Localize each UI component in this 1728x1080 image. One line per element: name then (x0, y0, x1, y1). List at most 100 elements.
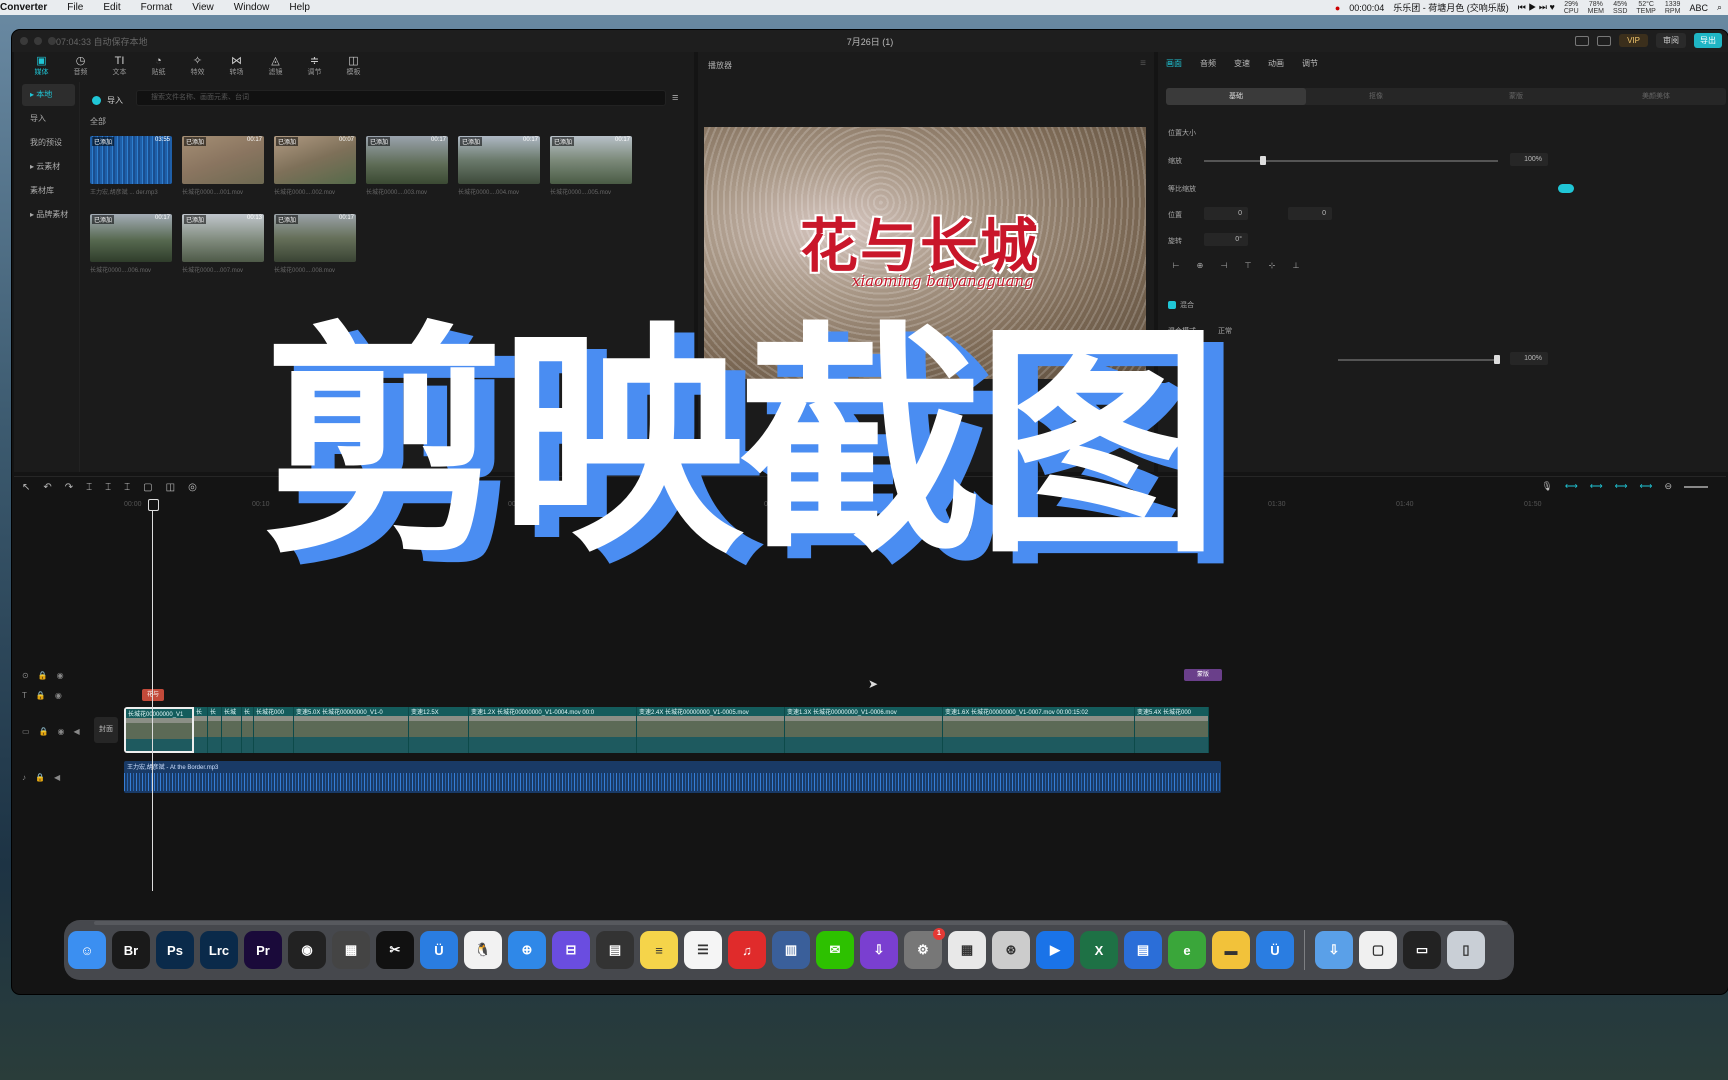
video-clip[interactable]: 变速5.4X 长城花000 (1135, 707, 1209, 753)
lock-icon[interactable]: 🔒 (36, 691, 46, 700)
split-right-icon[interactable]: ⌶ (124, 482, 130, 493)
sidebar-item[interactable]: ▸ 云素材 (22, 156, 75, 178)
media-thumbnail[interactable]: 已添加 00:17 长城花0000....004.mov (458, 136, 540, 196)
dock-preview-icon[interactable]: ▢ (1359, 931, 1397, 969)
redo-icon[interactable]: ↷ (65, 482, 73, 493)
undo-icon[interactable]: ↶ (43, 482, 51, 493)
dock-finder-icon[interactable]: ☺ (68, 931, 106, 969)
zoom-out-icon[interactable]: ⊖ (1664, 481, 1672, 492)
text-clip[interactable]: 花与 (142, 689, 164, 701)
split-left-icon[interactable]: ⌶ (105, 482, 111, 493)
sidebar-item[interactable]: ▸ 品牌素材 (22, 204, 75, 226)
video-clip[interactable]: 变速1.3X 长城花00000000_V1-0006.mov (785, 707, 943, 753)
blend-checkbox[interactable] (1168, 301, 1176, 310)
tool-template[interactable]: ◫ 模板 (336, 52, 371, 80)
video-thumbnail[interactable]: 已添加 00:17 (550, 136, 632, 184)
rotation-input[interactable]: 0° (1204, 233, 1248, 246)
dock-photoshop-icon[interactable]: Ps (156, 931, 194, 969)
dock-trash-icon[interactable]: ▯ (1447, 931, 1485, 969)
position-size-header[interactable]: 位置大小 (1168, 128, 1196, 138)
dock-baidu-netdisk-icon[interactable]: Ü (420, 931, 458, 969)
video-thumbnail[interactable]: 已添加 00:17 (182, 136, 264, 184)
align-bottom-icon[interactable]: ⊥ (1288, 260, 1304, 271)
media-thumbnail[interactable]: 已添加 00:17 长城花0000....008.mov (274, 214, 356, 274)
sidebar-item[interactable]: ▸ 本地 (22, 84, 75, 106)
lock-icon[interactable]: 🔒 (39, 727, 49, 736)
menu-window[interactable]: Window (224, 2, 280, 13)
opacity-value[interactable]: 100% (1510, 352, 1548, 365)
eye-icon[interactable]: ◉ (58, 727, 65, 736)
position-x-input[interactable]: 0 (1204, 207, 1248, 220)
dock-safari-icon[interactable]: ⊕ (508, 931, 546, 969)
video-clip[interactable]: 长 (208, 707, 222, 753)
media-thumbnail[interactable]: 已添加 00:17 长城花0000....006.mov (90, 214, 172, 274)
menu-format[interactable]: Format (131, 2, 183, 13)
eye-icon[interactable]: ◉ (57, 671, 64, 680)
scale-value[interactable]: 100% (1510, 153, 1548, 166)
audio-clip[interactable]: 王力宏,胡彦斌 - At the Border.mp3 (124, 761, 1221, 793)
speaker-icon[interactable]: ◀ (54, 773, 60, 782)
video-thumbnail[interactable]: 已添加 00:13 (182, 214, 264, 262)
dock-netease-music-icon[interactable]: ♫ (728, 931, 766, 969)
microphone-icon[interactable]: 🎙 (1541, 481, 1552, 492)
sidebar-item[interactable]: 我的预设 (22, 132, 75, 154)
dock-downloads-folder-icon[interactable]: ⇩ (1315, 931, 1353, 969)
now-playing[interactable]: 乐乐团 - 荷塘月色 (交响乐版) (1393, 1, 1509, 14)
search-icon[interactable]: ⌕ (1717, 2, 1722, 13)
properties-tab[interactable]: 动画 (1268, 58, 1284, 69)
media-controls[interactable]: ⏮ ▶ ⏭ ♥ (1518, 2, 1555, 13)
align-top-icon[interactable]: ⊤ (1240, 260, 1256, 271)
effect-clip[interactable]: 蒙版 (1184, 669, 1222, 681)
properties-tab[interactable]: 变速 (1234, 58, 1250, 69)
split-icon[interactable]: ⌶ (86, 482, 92, 493)
media-thumbnail[interactable]: 已添加 03:55 王力宏,胡彦斌 ... der.mp3 (90, 136, 172, 196)
video-clip[interactable]: 长城花00000000_V1 (124, 707, 194, 753)
dock-downloader-icon[interactable]: ⇩ (860, 931, 898, 969)
sidebar-item[interactable]: 导入 (22, 108, 75, 130)
cover-button[interactable]: 封面 (94, 717, 118, 743)
dock-capcut-icon[interactable]: ✂ (376, 931, 414, 969)
video-preview[interactable]: 花与长城 xiaoming baiyangguang (704, 127, 1146, 379)
dock-notes-icon[interactable]: ≡ (640, 931, 678, 969)
main-video-track[interactable]: 长城花00000000_V1 长长长城长长城花000 变速5.0X 长城花00000… (124, 707, 1221, 753)
sidebar-item[interactable]: 素材库 (22, 180, 75, 202)
dock-remote-icon[interactable]: ▤ (1124, 931, 1162, 969)
video-clip[interactable]: 变速5.0X 长城花00000000_V1-0 (294, 707, 409, 753)
eye-icon[interactable]: ◉ (55, 691, 62, 700)
zoom-slider[interactable] (1684, 485, 1708, 488)
tool-adjust[interactable]: ≑ 调节 (297, 52, 332, 80)
menu-edit[interactable]: Edit (93, 2, 130, 13)
media-thumbnail[interactable]: 已添加 00:13 长城花0000....007.mov (182, 214, 264, 274)
dock-film-app-icon[interactable]: ⊛ (992, 931, 1030, 969)
dock-wechat-icon[interactable]: ✉ (816, 931, 854, 969)
media-thumbnail[interactable]: 已添加 00:17 长城花0000....005.mov (550, 136, 632, 196)
dock-qq-icon[interactable]: 🐧 (464, 931, 502, 969)
tool-media[interactable]: ▣ 媒体 (24, 52, 59, 80)
tool-audio[interactable]: ◷ 音频 (63, 52, 98, 80)
speaker-icon[interactable]: ◀ (74, 727, 80, 736)
dock-screen-record-icon[interactable]: ▥ (772, 931, 810, 969)
blend-mode-select[interactable]: 正常 (1218, 326, 1232, 336)
video-thumbnail[interactable]: 已添加 00:17 (90, 214, 172, 262)
recording-time[interactable]: 00:00:04 (1349, 3, 1384, 13)
blend-header[interactable]: 混合 (1168, 300, 1194, 310)
dock-excel-icon[interactable]: X (1080, 931, 1118, 969)
screen-icon[interactable] (1597, 35, 1612, 46)
menu-view[interactable]: View (182, 2, 224, 13)
align-center-icon[interactable]: ⊕ (1192, 260, 1208, 271)
properties-tab[interactable]: 调节 (1302, 58, 1318, 69)
dock-capcut-box-icon[interactable]: ▦ (332, 931, 370, 969)
media-search-input[interactable]: 搜索文件名称、画面元素、台词 (136, 90, 666, 106)
align-middle-icon[interactable]: ⊹ (1264, 260, 1280, 271)
properties-segment[interactable]: 抠像 (1306, 88, 1446, 105)
media-thumbnail[interactable]: 已添加 00:07 长城花0000....002.mov (274, 136, 356, 196)
dock-infuse-icon[interactable]: ▶ (1036, 931, 1074, 969)
dock-folder-icon[interactable]: ▬ (1212, 931, 1250, 969)
import-plus-icon[interactable] (92, 95, 101, 105)
dock-launchpad-icon[interactable]: ▦ (948, 931, 986, 969)
dock-video-app-icon[interactable]: ⊟ (552, 931, 590, 969)
link-main-icon[interactable]: ⟷ (1565, 481, 1578, 492)
menu-file[interactable]: File (57, 2, 93, 13)
properties-tab[interactable]: 音频 (1200, 58, 1216, 69)
opacity-slider-knob[interactable] (1494, 355, 1500, 364)
